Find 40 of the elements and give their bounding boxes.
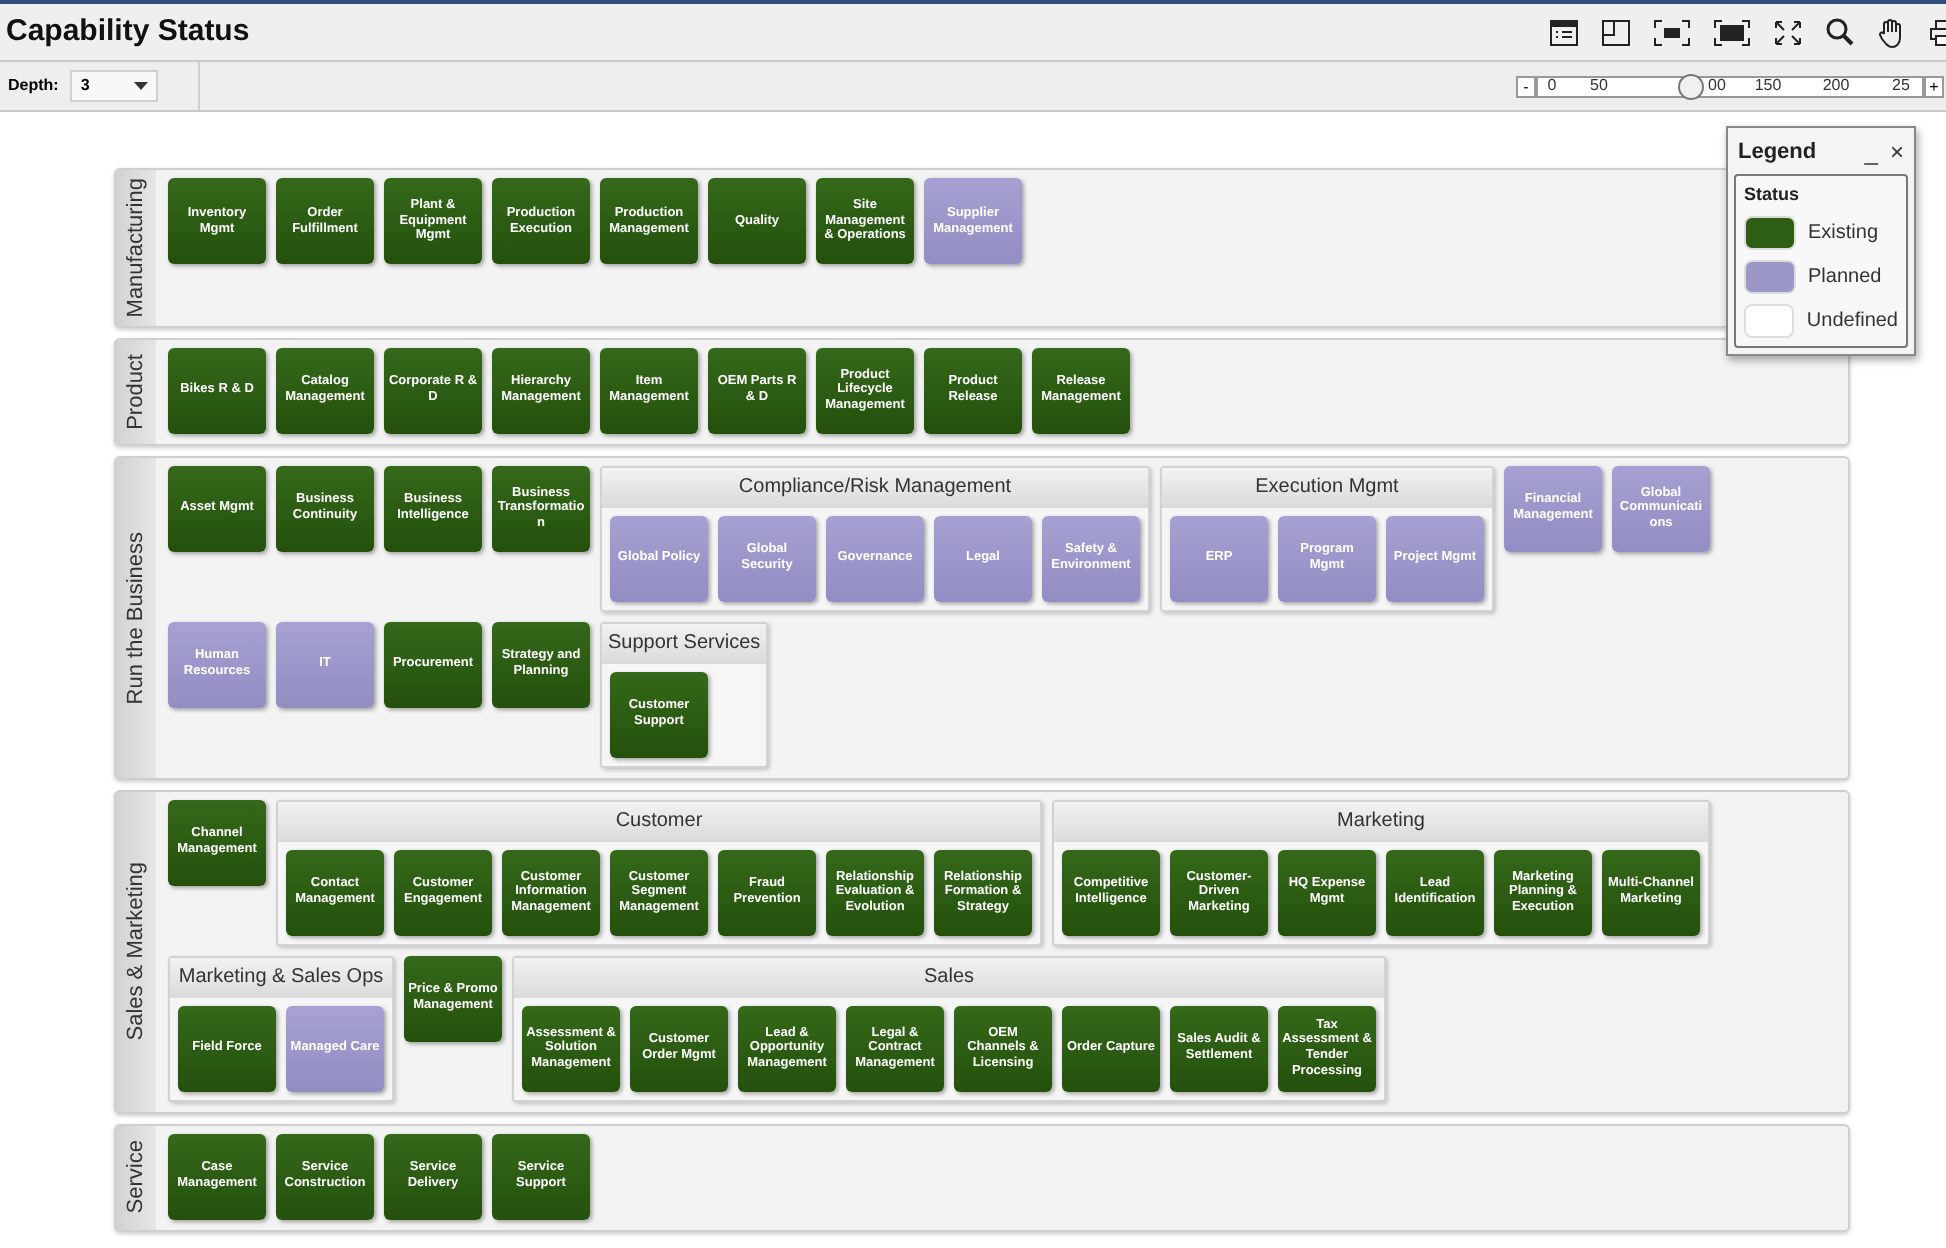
lane-title: Product [121,353,150,430]
panel-icon[interactable] [1602,19,1630,45]
zoom-out-button[interactable]: - [1516,75,1536,97]
lane-title: Sales & Marketing [121,862,150,1041]
group-title: Compliance/Risk Management [602,467,1148,508]
scale-label: 0 [1545,74,1559,98]
minimize-button[interactable]: _ [1864,140,1878,164]
legend-label: Planned [1808,263,1882,291]
group-title: Marketing [1054,801,1708,842]
slider-thumb[interactable] [1678,73,1705,99]
legend-title: Legend [1738,137,1817,168]
caret-icon [134,82,149,90]
legend-label: Undefined [1806,307,1898,335]
expand-icon[interactable] [1774,19,1802,45]
group-title: Sales [514,957,1384,998]
fit-selection-icon[interactable] [1654,19,1690,45]
scale-label: 25 [1892,74,1912,98]
lane-title: Run the Business [121,531,150,704]
list-icon[interactable] [1550,19,1578,45]
search-icon[interactable] [1826,18,1854,46]
lane-title: Manufacturing [121,178,150,318]
page-title: Capability Status [6,11,250,52]
group-title: Support Services [602,623,767,664]
group-title: Customer [278,801,1040,842]
zoom-in-button[interactable]: + [1924,75,1944,97]
legend-section-title: Status [1744,182,1802,208]
depth-dropdown[interactable]: 3 [70,70,159,102]
fit-page-icon[interactable] [1714,19,1750,45]
legend-label: Existing [1808,219,1879,247]
hand-icon[interactable] [1878,17,1906,47]
scale-label: 200 [1820,74,1852,98]
scale-label: 50 [1588,74,1610,98]
depth-label: Depth: [8,74,59,98]
scale-label: 150 [1752,74,1784,98]
zoom-slider[interactable]: 0 50 00 150 200 25 [1536,75,1924,97]
close-button[interactable]: × [1889,140,1904,164]
scale-label: 00 [1708,74,1728,98]
group-title: Marketing & Sales Ops [170,957,392,998]
lane-title: Service [121,1140,150,1215]
group-title: Execution Mgmt [1162,467,1492,508]
